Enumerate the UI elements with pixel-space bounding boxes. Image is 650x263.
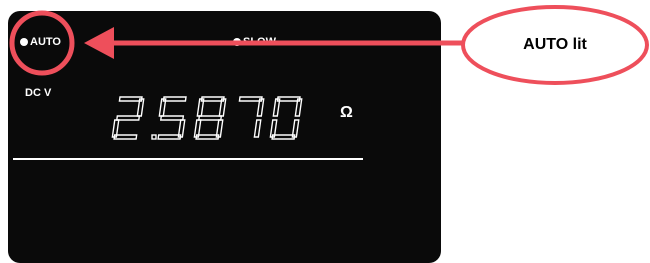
auto-highlight-circle: [9, 10, 75, 76]
callout-label: AUTO lit: [523, 36, 587, 53]
callout-arrowhead-icon: [84, 27, 114, 59]
